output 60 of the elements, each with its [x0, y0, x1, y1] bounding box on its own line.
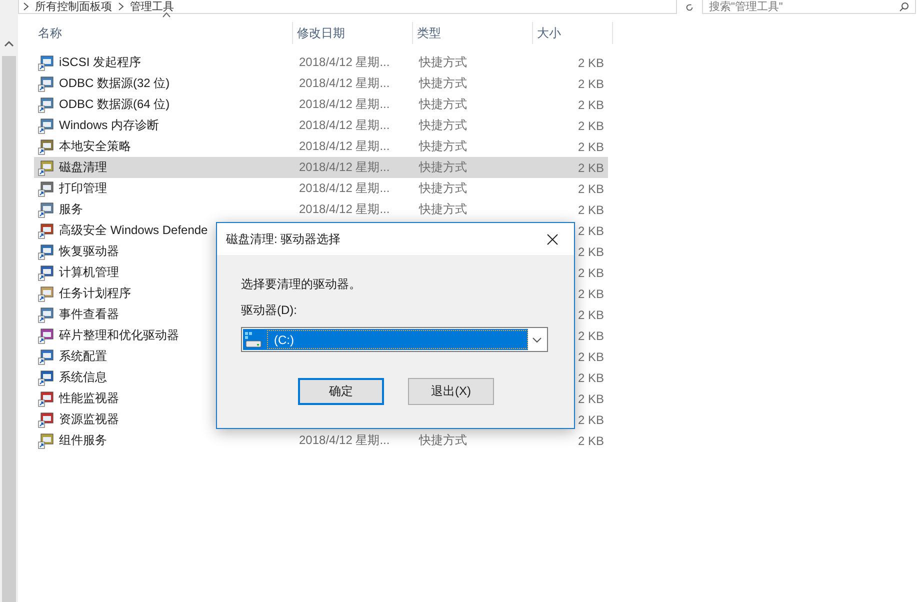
file-name: ODBC 数据源(32 位) [59, 75, 170, 92]
size-cell: 2 KB [578, 182, 604, 196]
type-cell-text: 快捷方式 [418, 201, 468, 218]
type-cell-text: 快捷方式 [418, 180, 468, 197]
date-cell-text: 2018/4/12 星期... [298, 117, 391, 134]
date-cell-text: 2018/4/12 星期... [298, 201, 391, 218]
size-cell: 2 KB [578, 266, 604, 280]
size-cell: 2 KB [578, 98, 604, 112]
date-cell-text: 2018/4/12 星期... [298, 159, 391, 176]
file-name: 服务 [59, 201, 83, 218]
date-cell-text: 2018/4/12 星期... [298, 432, 391, 449]
date-cell-text: 2018/4/12 星期... [298, 180, 391, 197]
size-cell: 2 KB [578, 370, 604, 384]
date-cell-text: 2018/4/12 星期... [298, 138, 391, 155]
type-cell-text: 快捷方式 [418, 96, 468, 113]
type-cell-text: 快捷方式 [418, 159, 468, 176]
file-name: 系统信息 [59, 369, 107, 386]
size-cell: 2 KB [578, 350, 604, 364]
file-name: 碎片整理和优化驱动器 [59, 327, 179, 344]
file-name: 资源监视器 [59, 411, 119, 428]
size-cell: 2 KB [578, 286, 604, 300]
file-name: 系统配置 [59, 348, 107, 365]
size-cell: 2 KB [578, 76, 604, 90]
file-name: 事件查看器 [59, 306, 119, 323]
date-cell-text: 2018/4/12 星期... [298, 75, 391, 92]
size-cell: 2 KB [578, 56, 604, 70]
size-cell: 2 KB [578, 412, 604, 426]
type-cell-text: 快捷方式 [418, 138, 468, 155]
size-cell: 2 KB [578, 434, 604, 448]
file-name: 打印管理 [59, 180, 107, 197]
size-cell: 2 KB [578, 140, 604, 154]
file-name: 恢复驱动器 [59, 243, 119, 260]
file-name: 高级安全 Windows Defende [59, 222, 208, 239]
file-name: 任务计划程序 [59, 285, 131, 302]
type-cell-text: 快捷方式 [418, 432, 468, 449]
file-name: 计算机管理 [59, 264, 119, 281]
file-name: 组件服务 [59, 432, 107, 449]
type-cell-text: 快捷方式 [418, 75, 468, 92]
size-cell: 2 KB [578, 118, 604, 132]
size-cell: 2 KB [578, 328, 604, 342]
file-name: 性能监视器 [59, 390, 119, 407]
file-name: 磁盘清理 [59, 159, 107, 176]
dialog-title: 磁盘清理: 驱动器选择 [226, 230, 341, 248]
date-cell-text: 2018/4/12 星期... [298, 96, 391, 113]
type-cell-text: 快捷方式 [418, 54, 468, 71]
type-cell-text: 快捷方式 [418, 117, 468, 134]
file-name: iSCSI 发起程序 [59, 54, 142, 71]
date-cell-text: 2018/4/12 星期... [298, 54, 391, 71]
size-cell: 2 KB [578, 224, 604, 238]
size-cell: 2 KB [578, 392, 604, 406]
file-name: ODBC 数据源(64 位) [59, 96, 170, 113]
drive-label: 驱动器(D): [241, 302, 298, 319]
dialog-prompt: 选择要清理的驱动器。 [241, 276, 362, 293]
size-cell: 2 KB [578, 244, 604, 258]
size-cell: 2 KB [578, 202, 604, 216]
file-name: 本地安全策略 [59, 138, 131, 155]
size-cell: 2 KB [578, 308, 604, 322]
size-cell: 2 KB [578, 160, 604, 174]
file-name: Windows 内存诊断 [59, 117, 160, 134]
drive-value: (C:) [267, 330, 528, 349]
